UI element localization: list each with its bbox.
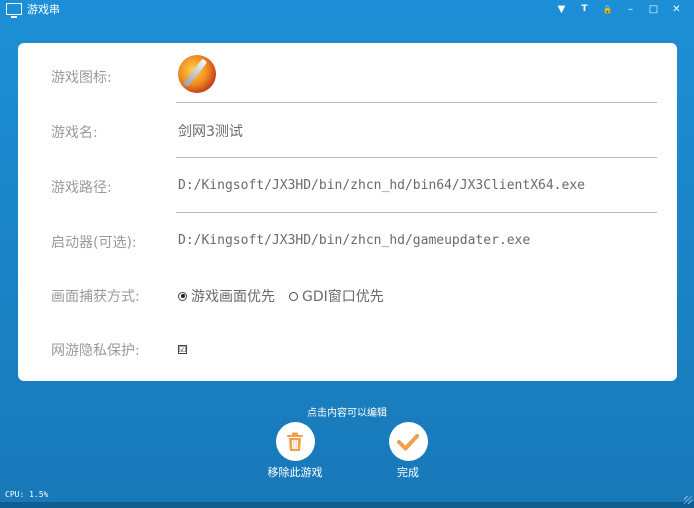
radio-unselected-icon	[289, 291, 298, 301]
game-icon[interactable]	[178, 55, 216, 93]
path-underline	[176, 212, 657, 213]
name-underline	[176, 157, 657, 158]
checkmark-icon	[397, 433, 419, 450]
done-button[interactable]: 完成	[368, 422, 448, 480]
capture-option-gdi-label: GDI窗口优先	[302, 289, 384, 305]
capture-option-game-label: 游戏画面优先	[191, 289, 275, 305]
done-label: 完成	[397, 466, 419, 479]
title-bar[interactable]: 游戏串 ▼ T 🔒 – □ ✕	[0, 0, 694, 18]
radio-selected-icon	[178, 291, 187, 301]
capture-label: 画面捕获方式:	[51, 289, 140, 305]
minimize-icon[interactable]: –	[619, 0, 642, 18]
game-path-field[interactable]: D:/Kingsoft/JX3HD/bin/zhcn_hd/bin64/JX3C…	[178, 178, 585, 193]
icon-label: 游戏图标:	[51, 70, 112, 86]
game-name-field[interactable]: 剑网3测试	[178, 121, 243, 141]
status-bar	[0, 502, 694, 508]
capture-option-game[interactable]: 游戏画面优先	[178, 286, 275, 306]
shirt-icon[interactable]: T	[573, 0, 596, 18]
done-circle	[388, 422, 428, 461]
app-window: 游戏串 ▼ T 🔒 – □ ✕ 游戏图标: 游戏名: 剑网3测试 游戏路径: D…	[0, 0, 694, 508]
remove-circle	[275, 422, 315, 461]
cpu-usage: CPU: 1.5%	[5, 490, 49, 499]
monitor-icon	[6, 3, 22, 18]
window-title: 游戏串	[27, 3, 60, 16]
path-label: 游戏路径:	[51, 180, 112, 196]
window-controls: ▼ T 🔒 – □ ✕	[550, 0, 688, 18]
trash-icon	[287, 432, 303, 451]
capture-option-gdi[interactable]: GDI窗口优先	[289, 286, 384, 306]
edit-hint: 点击内容可以编辑	[307, 408, 387, 419]
resize-grip[interactable]	[684, 496, 692, 504]
remove-game-label: 移除此游戏	[267, 466, 323, 479]
dropdown-icon[interactable]: ▼	[550, 0, 573, 18]
close-icon[interactable]: ✕	[665, 0, 688, 18]
game-form-card: 游戏图标: 游戏名: 剑网3测试 游戏路径: D:/Kingsoft/JX3HD…	[18, 43, 677, 381]
icon-underline	[176, 102, 657, 103]
remove-game-button[interactable]: 移除此游戏	[255, 422, 335, 480]
lock-icon[interactable]: 🔒	[596, 0, 619, 18]
maximize-icon[interactable]: □	[642, 0, 665, 18]
privacy-label: 网游隐私保护:	[51, 343, 140, 359]
capture-radio-group: 游戏画面优先 GDI窗口优先	[178, 286, 384, 306]
launcher-path-field[interactable]: D:/Kingsoft/JX3HD/bin/zhcn_hd/gameupdate…	[178, 233, 530, 248]
privacy-checkbox[interactable]: ☑	[178, 345, 187, 354]
name-label: 游戏名:	[51, 125, 98, 141]
launcher-label: 启动器(可选):	[51, 235, 137, 251]
